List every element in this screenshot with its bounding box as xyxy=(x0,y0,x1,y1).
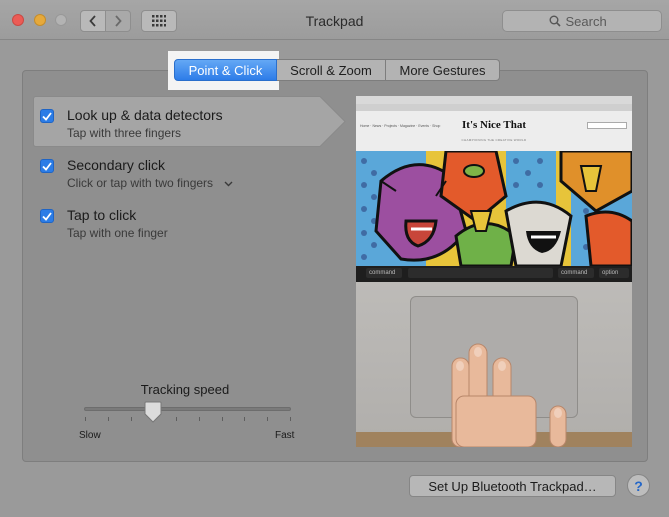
checkbox-tap-to-click[interactable] xyxy=(40,209,54,223)
search-input[interactable] xyxy=(565,13,616,29)
gesture-preview: Home · News · Projects · Magazine · Even… xyxy=(356,96,632,447)
title-bar: Trackpad xyxy=(0,0,669,40)
slider-tick xyxy=(85,417,86,421)
slider-tick xyxy=(108,417,109,421)
checkmark-icon xyxy=(42,111,52,121)
slider-ticks xyxy=(85,417,291,422)
option-subtitle: Tap with one finger xyxy=(67,226,168,240)
slider-tick xyxy=(131,417,132,421)
option-title: Look up & data detectors xyxy=(67,107,223,123)
slider-knob[interactable] xyxy=(144,401,162,423)
tab-bar: Point & Click Scroll & Zoom More Gesture… xyxy=(174,59,500,81)
slider-tick xyxy=(176,417,177,421)
option-title: Tap to click xyxy=(67,207,137,223)
tab-more-gestures[interactable]: More Gestures xyxy=(386,59,500,81)
setup-bluetooth-trackpad-button[interactable]: Set Up Bluetooth Trackpad… xyxy=(409,475,616,497)
slider-tick xyxy=(267,417,268,421)
slider-tick xyxy=(290,417,291,421)
tab-point-and-click[interactable]: Point & Click xyxy=(174,59,277,81)
checkmark-icon xyxy=(42,161,52,171)
preview-hand xyxy=(451,343,567,447)
tab-scroll-and-zoom[interactable]: Scroll & Zoom xyxy=(277,59,386,81)
secondary-click-dropdown[interactable]: Click or tap with two fingers xyxy=(67,176,233,190)
checkbox-secondary-click[interactable] xyxy=(40,159,54,173)
checkmark-icon xyxy=(42,211,52,221)
slider-tick xyxy=(199,417,200,421)
slider-min-label: Slow xyxy=(79,430,101,441)
option-title: Secondary click xyxy=(67,157,166,173)
option-subtitle: Click or tap with two fingers xyxy=(67,176,214,190)
checkbox-look-up[interactable] xyxy=(40,109,54,123)
tracking-speed-label: Tracking speed xyxy=(140,382,230,397)
slider-tick xyxy=(244,417,245,421)
slider-max-label: Fast xyxy=(275,430,295,441)
slider-tick xyxy=(222,417,223,421)
tracking-speed-slider[interactable] xyxy=(84,407,291,411)
search-icon xyxy=(549,15,561,27)
help-button[interactable]: ? xyxy=(627,474,650,497)
chevron-down-icon xyxy=(224,181,233,187)
search-field[interactable] xyxy=(502,10,662,32)
option-subtitle: Tap with three fingers xyxy=(67,126,182,140)
